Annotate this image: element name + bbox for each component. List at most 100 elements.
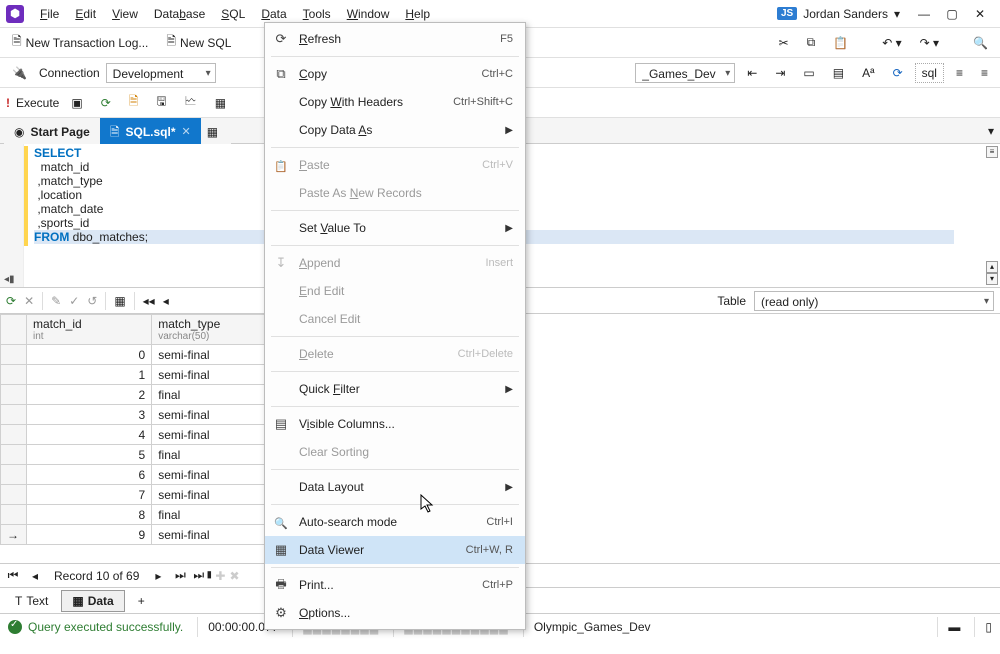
ctx-copy-headers[interactable]: Copy With HeadersCtrl+Shift+C xyxy=(265,88,525,116)
nav-prev[interactable]: ◂ xyxy=(26,569,44,583)
prev-page-icon[interactable]: ◂ xyxy=(163,294,169,308)
undo-button[interactable]: ↶ ▾ xyxy=(876,34,907,52)
grid-button[interactable]: ▦ xyxy=(209,94,232,112)
cell-match-id[interactable]: 2 xyxy=(27,385,152,405)
cell-match-id[interactable]: 9 xyxy=(27,525,152,545)
editor-nav-prev[interactable]: ◂▮ xyxy=(4,274,15,285)
scroll-up-icon[interactable]: ▴ xyxy=(986,261,998,273)
maximize-button[interactable]: ▢ xyxy=(938,0,966,28)
cut-button[interactable]: ✂ xyxy=(773,34,795,52)
new-transaction-button[interactable]: 🗎 New Transaction Log... xyxy=(6,30,154,55)
ctx-refresh[interactable]: RefreshF5 xyxy=(265,25,525,53)
indent-button[interactable]: ⇥ xyxy=(769,64,791,82)
row-indicator xyxy=(1,365,27,385)
refresh-button[interactable]: ⟳ xyxy=(887,64,909,82)
cell-match-id[interactable]: 5 xyxy=(27,445,152,465)
menu-view[interactable]: View xyxy=(104,0,146,28)
connection-combo[interactable]: Development xyxy=(106,63,216,83)
tab-start-label: Start Page xyxy=(30,119,89,145)
cell-match-id[interactable]: 8 xyxy=(27,505,152,525)
align-left-button[interactable]: ≡ xyxy=(950,64,969,82)
first-page-icon[interactable]: ◂◂ xyxy=(143,294,155,308)
ctx-options[interactable]: Options... xyxy=(265,599,525,627)
user-menu[interactable]: JS Jordan Sanders ▾ xyxy=(777,7,900,21)
comment-button[interactable]: ▭ xyxy=(797,64,820,82)
cell-match-id[interactable]: 7 xyxy=(27,485,152,505)
cell-match-id[interactable]: 6 xyxy=(27,465,152,485)
cell-match-id[interactable]: 0 xyxy=(27,345,152,365)
tab-overflow[interactable]: ▦ xyxy=(201,118,231,144)
ctx-set-value[interactable]: Set Value To▶ xyxy=(265,214,525,242)
ctx-copy[interactable]: CopyCtrl+C xyxy=(265,60,525,88)
run-cursor-button[interactable]: ⟳ xyxy=(95,94,117,112)
tab-sql-label: SQL.sql* xyxy=(126,119,176,145)
refresh-grid-icon[interactable]: ⟳ xyxy=(6,294,16,308)
redo-button[interactable]: ↷ ▾ xyxy=(914,34,945,52)
chevron-down-icon: ▾ xyxy=(894,7,900,21)
rollback-icon[interactable]: ↺ xyxy=(87,294,97,308)
database-combo[interactable]: _Games_Dev xyxy=(635,63,735,83)
mouse-cursor xyxy=(420,494,436,517)
execute-button[interactable]: Execute xyxy=(16,96,59,110)
grid-view-icon[interactable]: ▦ xyxy=(114,294,125,308)
ctx-visible-columns[interactable]: Visible Columns... xyxy=(265,410,525,438)
minimize-button[interactable]: — xyxy=(910,0,938,28)
nav-end[interactable]: ⏭▮ xyxy=(193,568,211,583)
paste-button[interactable]: 📋 xyxy=(827,34,854,52)
format-button[interactable]: ▤ xyxy=(827,64,850,82)
menu-database[interactable]: Database xyxy=(146,0,213,28)
ctx-auto-search[interactable]: Auto-search modeCtrl+I xyxy=(265,508,525,536)
cancel-grid-icon[interactable]: ✕ xyxy=(24,294,34,308)
tab-text[interactable]: TText xyxy=(4,590,59,612)
table-combo[interactable]: (read only) xyxy=(754,291,994,311)
sql-profile-button[interactable]: sql xyxy=(915,63,944,83)
chevron-right-icon: ▶ xyxy=(505,384,513,395)
commit-icon[interactable]: ✓ xyxy=(69,294,79,308)
tab-sql[interactable]: 🗎 SQL.sql* ✕ xyxy=(100,118,201,144)
nav-next[interactable]: ▸ xyxy=(149,569,167,583)
ctx-print[interactable]: Print...Ctrl+P xyxy=(265,571,525,599)
ctx-quick-filter[interactable]: Quick Filter▶ xyxy=(265,375,525,403)
tab-add[interactable]: + xyxy=(127,590,156,612)
nav-first[interactable]: ⏮ xyxy=(4,568,22,583)
close-icon[interactable]: ✕ xyxy=(182,119,191,145)
tabs-dropdown[interactable]: ▾ xyxy=(982,122,1000,140)
menu-file[interactable]: File xyxy=(32,0,67,28)
status-layout-1[interactable]: ▬ xyxy=(937,617,960,637)
new-sql-button[interactable]: 🗎 New SQL xyxy=(160,30,237,55)
status-layout-2[interactable]: ▯ xyxy=(974,617,992,637)
copy-button[interactable]: ⧉ xyxy=(801,33,822,52)
stop-button[interactable]: ▣ xyxy=(65,94,88,112)
nav-last[interactable]: ⏭ xyxy=(171,568,189,583)
cell-match-id[interactable]: 3 xyxy=(27,405,152,425)
split-icon[interactable]: ≡ xyxy=(986,146,998,158)
tab-start-page[interactable]: ◉ Start Page xyxy=(4,118,100,144)
gear-icon xyxy=(271,605,291,621)
cell-match-id[interactable]: 4 xyxy=(27,425,152,445)
scroll-down-icon[interactable]: ▾ xyxy=(986,273,998,285)
tab-data[interactable]: ▦Data xyxy=(61,590,124,612)
ctx-data-layout[interactable]: Data Layout▶ xyxy=(265,473,525,501)
cell-match-id[interactable]: 1 xyxy=(27,365,152,385)
plan-button[interactable]: 🗠 xyxy=(179,90,203,115)
col-match-id[interactable]: match_idint xyxy=(27,315,152,345)
row-indicator xyxy=(1,445,27,465)
menu-sql[interactable]: SQL xyxy=(213,0,253,28)
edit-row-icon[interactable]: ✎ xyxy=(51,294,61,308)
save-button[interactable]: 🖫 xyxy=(150,90,172,115)
align-right-button[interactable]: ≡ xyxy=(975,64,994,82)
connection-icon[interactable]: 🔌 xyxy=(6,64,33,82)
nav-del[interactable]: ✖ xyxy=(229,569,239,583)
record-position: Record 10 of 69 xyxy=(48,569,145,583)
nav-add[interactable]: ✚ xyxy=(215,569,225,583)
outdent-button[interactable]: ⇤ xyxy=(741,64,763,82)
case-button[interactable]: Aª xyxy=(856,64,880,82)
ctx-data-viewer[interactable]: Data ViewerCtrl+W, R xyxy=(265,536,525,564)
chevron-right-icon: ▶ xyxy=(505,125,513,136)
menu-edit[interactable]: Edit xyxy=(67,0,104,28)
editor-scrollbar[interactable]: ≡ ▴ ▾ xyxy=(986,146,998,285)
search-button[interactable]: 🔍 xyxy=(967,34,994,52)
close-button[interactable]: ✕ xyxy=(966,0,994,28)
ctx-copy-as[interactable]: Copy Data As▶ xyxy=(265,116,525,144)
script-button[interactable]: 🗎 xyxy=(123,90,145,115)
